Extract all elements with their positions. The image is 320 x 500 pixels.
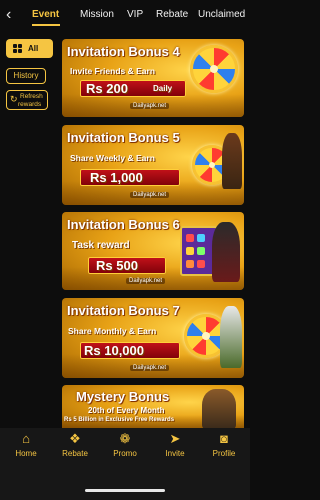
- card-title: Mystery Bonus: [76, 389, 170, 404]
- nav-rebate[interactable]: ❖ Rebate: [55, 431, 95, 459]
- tab-vip[interactable]: VIP: [127, 9, 143, 20]
- card-title: Invitation Bonus 7: [67, 303, 180, 318]
- tab-rebate[interactable]: Rebate: [156, 9, 188, 20]
- gift-icon: ❁: [119, 431, 131, 446]
- card-amount: Rs 500: [96, 258, 138, 273]
- filter-all-label: All: [28, 44, 39, 53]
- promo-card-invitation-bonus-4[interactable]: Invitation Bonus 4 Invite Friends & Earn…: [62, 39, 244, 117]
- character-figure-icon: [222, 133, 242, 189]
- card-site-label: Dailyapk.net: [126, 278, 166, 284]
- nav-promo[interactable]: ❁ Promo: [105, 431, 145, 459]
- card-title: Invitation Bonus 6: [67, 217, 180, 232]
- nav-promo-label: Promo: [113, 449, 137, 458]
- card-amount: Rs 1,000: [90, 170, 143, 185]
- nav-home[interactable]: ⌂ Home: [6, 431, 46, 459]
- invite-icon: ➤: [169, 431, 181, 446]
- nav-home-label: Home: [15, 449, 37, 458]
- nav-profile[interactable]: ◙ Profile: [204, 431, 244, 459]
- history-button[interactable]: History: [6, 68, 46, 84]
- tab-mission[interactable]: Mission: [80, 9, 114, 20]
- top-tab-bar: ‹ Event Mission VIP Rebate Unclaimed: [0, 0, 250, 30]
- prize-wheel-icon: [190, 45, 238, 93]
- card-site-label: Dailyapk.net: [130, 192, 170, 198]
- filter-all-button[interactable]: All: [6, 39, 53, 58]
- card-detail: Rs 5 Billion in Exclusive Free Rewards: [64, 417, 175, 423]
- grid-icon: [13, 44, 22, 53]
- card-site-label: Dailyapk.net: [130, 103, 170, 109]
- refresh-rewards-button[interactable]: ↻ Refresh rewards: [6, 90, 48, 110]
- card-title: Invitation Bonus 4: [67, 44, 180, 59]
- refresh-icon: ↻: [10, 94, 18, 104]
- back-arrow-icon[interactable]: ‹: [6, 7, 20, 23]
- promo-card-invitation-bonus-5[interactable]: Invitation Bonus 5 Share Weekly & Earn R…: [62, 125, 244, 205]
- card-title: Invitation Bonus 5: [67, 130, 180, 145]
- nav-profile-label: Profile: [212, 449, 236, 458]
- rebate-icon: ❖: [69, 431, 81, 446]
- home-indicator: [85, 489, 165, 492]
- promo-card-mystery-bonus[interactable]: Mystery Bonus 20th of Every Month Rs 5 B…: [62, 385, 244, 428]
- card-amount-suffix: Daily: [153, 84, 173, 93]
- card-amount: Rs 200: [86, 81, 128, 96]
- refresh-label-line1: Refresh: [20, 93, 43, 100]
- card-subtitle: Task reward: [72, 240, 130, 251]
- nav-invite[interactable]: ➤ Invite: [155, 431, 195, 459]
- card-site-label: Dailyapk.net: [130, 365, 170, 371]
- promo-card-invitation-bonus-6[interactable]: Invitation Bonus 6 Task reward Rs 500 Da…: [62, 212, 244, 290]
- card-subtitle: 20th of Every Month: [88, 406, 165, 415]
- card-subtitle: Share Monthly & Earn: [68, 326, 157, 336]
- tab-unclaimed[interactable]: Unclaimed: [198, 9, 245, 20]
- active-tab-indicator: [32, 24, 60, 26]
- character-figure-icon: [220, 306, 242, 368]
- profile-icon: ◙: [220, 431, 228, 446]
- promo-card-invitation-bonus-7[interactable]: Invitation Bonus 7 Share Monthly & Earn …: [62, 298, 244, 378]
- card-amount: Rs 10,000: [84, 343, 144, 358]
- home-icon: ⌂: [22, 431, 30, 446]
- pirate-figure-icon: [212, 222, 240, 282]
- nav-rebate-label: Rebate: [62, 449, 88, 458]
- tab-event[interactable]: Event: [32, 9, 59, 20]
- nav-invite-label: Invite: [165, 449, 185, 458]
- refresh-label-line2: rewards: [18, 101, 42, 108]
- card-subtitle: Invite Friends & Earn: [70, 66, 156, 76]
- card-subtitle: Share Weekly & Earn: [70, 153, 155, 163]
- cowboy-figure-icon: [202, 389, 236, 428]
